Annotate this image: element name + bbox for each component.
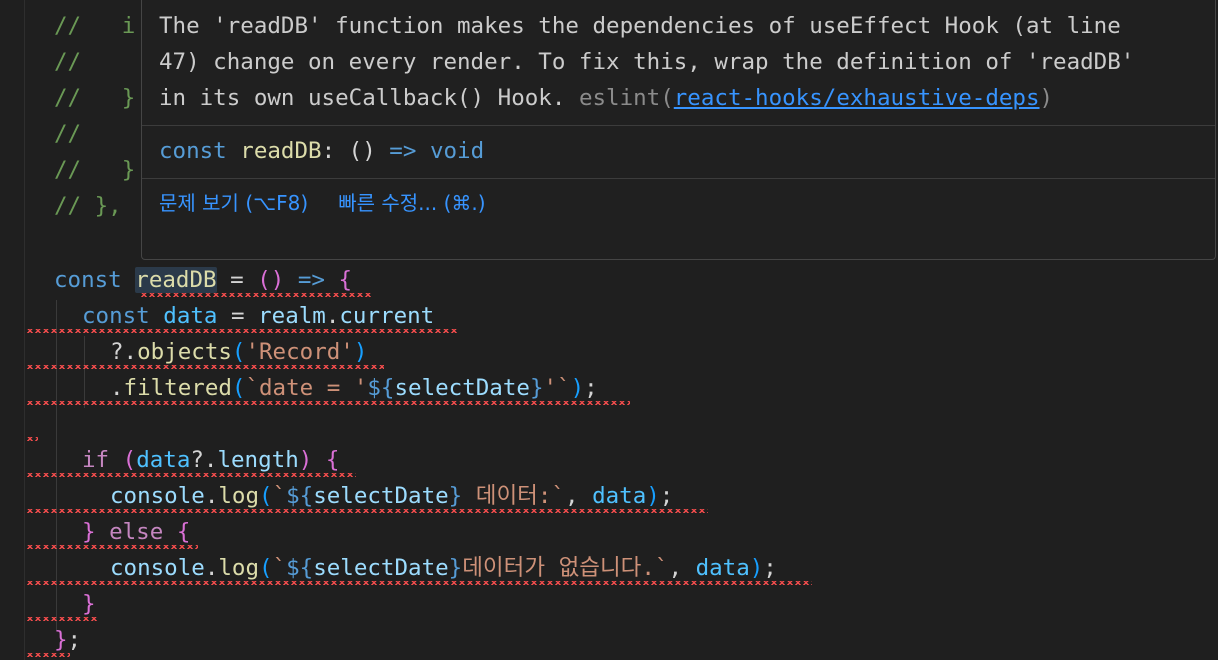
template-string: `date = ' [245,375,368,401]
error-squiggle [140,293,372,297]
identifier-realm: realm [258,303,326,329]
keyword: const [54,267,122,293]
method-log: log [218,555,260,581]
identifier-data: data [163,303,218,329]
hover-tooltip: The 'readDB' function makes the dependen… [141,0,1216,260]
identifier-data: data [592,483,647,509]
template-tick: ` [272,483,287,509]
separator [142,125,1215,126]
template-text: 데이터가 없습니다.` [462,555,669,581]
template-open: ${ [367,375,395,401]
code-line-comment: // i [54,13,136,39]
code-line-comment: // }, [54,193,122,219]
code-line-comment: // } [54,157,136,183]
message-line: The 'readDB' function makes the dependen… [159,13,1121,39]
identifier-data: data [695,555,750,581]
template-tick: ` [272,555,287,581]
identifier-selectDate: selectDate [394,375,530,401]
bracket: () [257,267,285,293]
method-log: log [218,483,260,509]
error-squiggle [26,329,458,333]
message-line: 47) change on every render. To fix this,… [159,49,1135,75]
code-line-comment: // } [54,85,136,111]
error-squiggle [26,581,812,585]
signature-params: : () [321,138,390,164]
error-squiggle [26,473,356,477]
arrow: => [284,267,339,293]
operator: = [216,267,258,293]
template-close: } [448,555,463,581]
type-signature: const readDB: () => void [159,133,484,169]
keyword-if: if [82,447,110,473]
template-end: '` [543,375,571,401]
view-problem-link[interactable]: 문제 보기 (⌥F8) [159,191,308,215]
problem-message: The 'readDB' function makes the dependen… [159,13,1135,111]
template-open: ${ [286,483,314,509]
error-squiggle [26,365,384,369]
signature-arrow: => [389,138,417,164]
error-squiggle [26,545,198,549]
identifier-current: current [339,303,435,329]
error-squiggle [26,401,630,405]
identifier-selectDate: selectDate [313,555,449,581]
keyword: const [82,303,150,329]
keyword-else: else [109,519,164,545]
template-close: } [529,375,544,401]
error-squiggle [26,617,98,621]
string-record: 'Record' [245,339,354,365]
template-open: ${ [286,555,314,581]
method-objects: objects [137,339,232,365]
gutter-divider [24,0,25,660]
method-filtered: filtered [123,375,232,401]
template-text: 데이터:` [462,483,565,509]
error-squiggle [26,509,708,513]
separator [142,178,1215,179]
identifier-length: length [217,447,299,473]
signature-keyword: const [159,138,227,164]
identifier-console: console [110,483,205,509]
identifier-readDB: readDB [135,267,217,293]
problem-source: eslint [578,85,661,111]
error-squiggle [26,653,70,657]
identifier-console: console [110,555,205,581]
signature-return: void [429,138,485,164]
bracket: { [338,267,353,293]
error-squiggle [26,437,38,441]
template-close: } [448,483,463,509]
quick-fix-link[interactable]: 빠른 수정... (⌘.) [338,191,485,215]
code-line-comment: // [54,121,82,147]
signature-name: readDB [240,138,322,164]
identifier-data: data [136,447,191,473]
identifier-selectDate: selectDate [313,483,449,509]
hover-actions: 문제 보기 (⌥F8) 빠른 수정... (⌘.) [159,186,516,220]
code-line-comment: // [54,49,82,75]
rule-link[interactable]: react-hooks/exhaustive-deps [674,85,1040,111]
indent-guide [84,336,85,408]
message-line: in its own useCallback() Hook. [159,85,566,111]
